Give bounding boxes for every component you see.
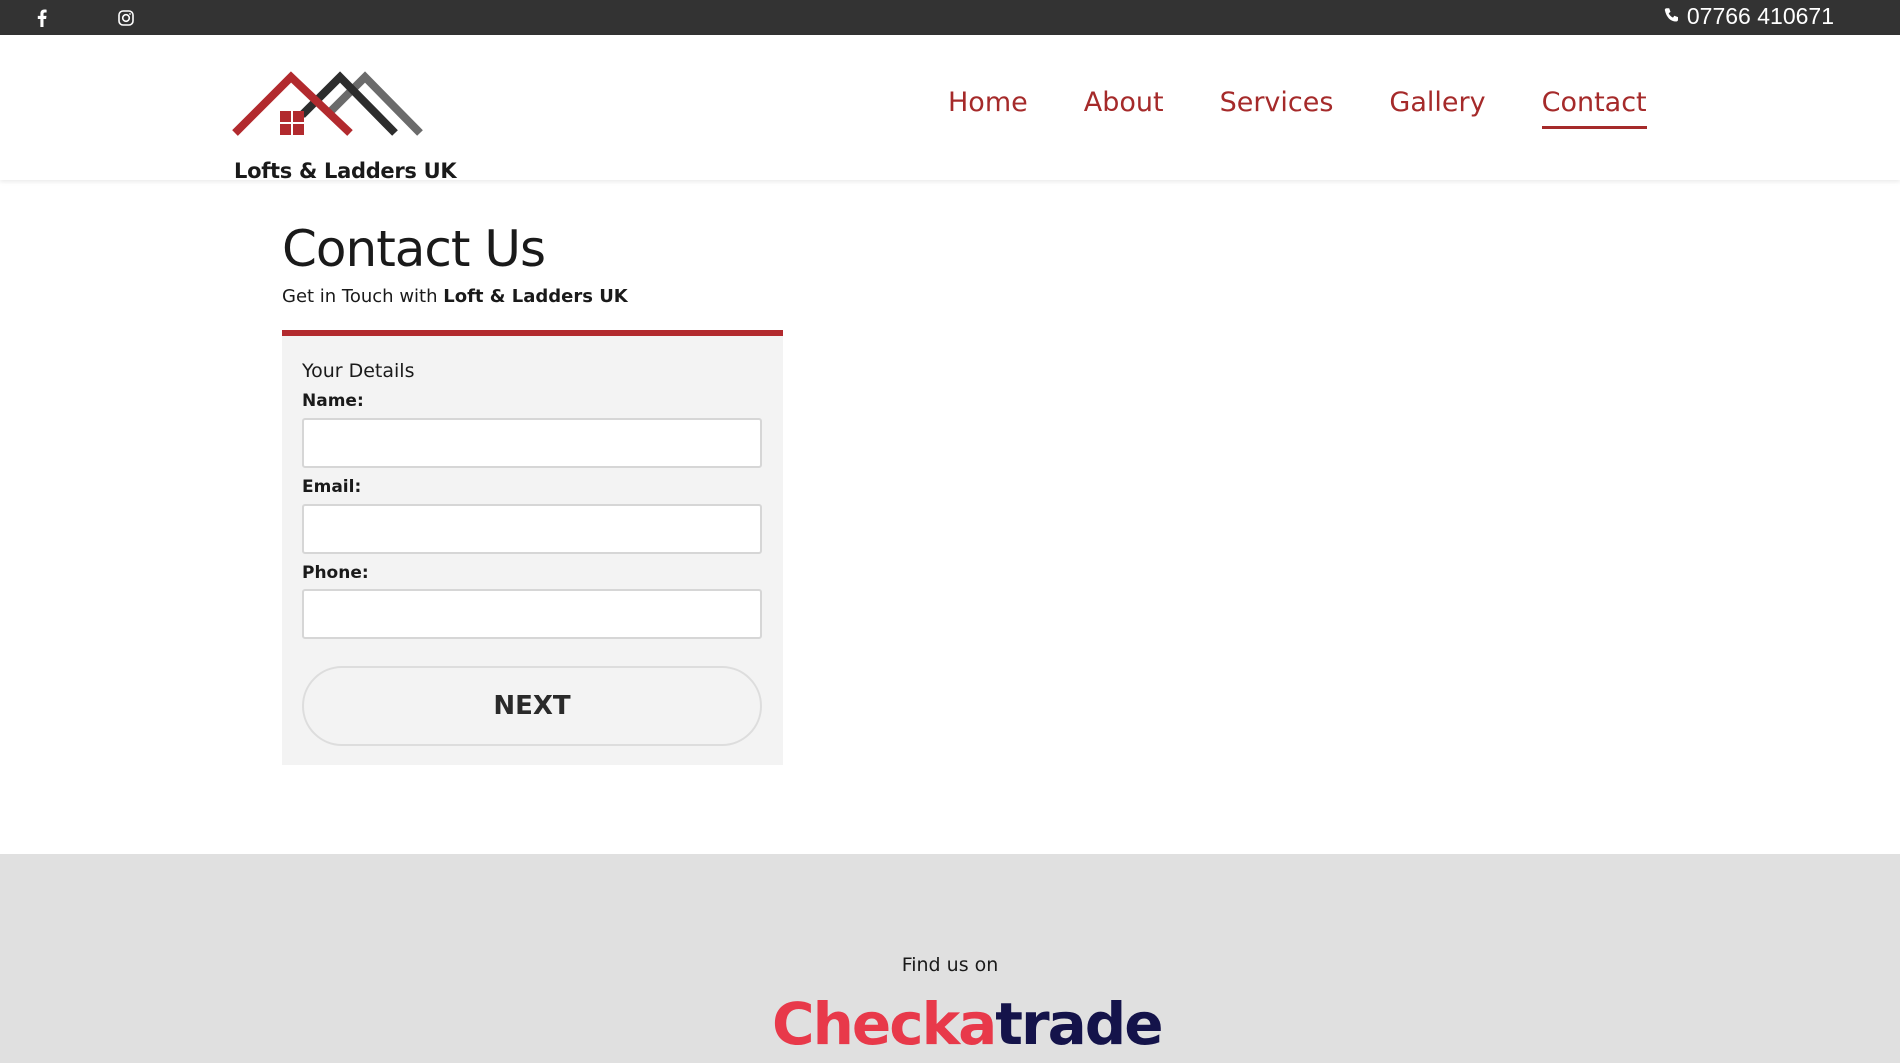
phone-number: 07766 410671 bbox=[1686, 2, 1834, 29]
site-footer: Find us on Checka trade bbox=[0, 854, 1900, 1063]
phone-link[interactable]: 07766 410671 bbox=[1663, 0, 1834, 32]
top-bar: 07766 410671 bbox=[0, 0, 1900, 35]
phone-field[interactable] bbox=[302, 589, 762, 639]
site-header: Lofts & Ladders UK Home About Services G… bbox=[0, 35, 1900, 183]
main-nav: Home About Services Gallery Contact bbox=[948, 87, 1647, 129]
contact-form: Your Details Name: Email: Phone: NEXT bbox=[282, 330, 783, 765]
email-field[interactable] bbox=[302, 504, 762, 554]
email-label: Email: bbox=[302, 477, 362, 497]
nav-about[interactable]: About bbox=[1084, 87, 1164, 129]
facebook-link[interactable] bbox=[22, 0, 62, 35]
page-title: Contact Us bbox=[282, 220, 546, 278]
page-subtitle: Get in Touch with Loft & Ladders UK bbox=[282, 286, 628, 307]
find-us-text: Find us on bbox=[901, 954, 999, 976]
nav-gallery[interactable]: Gallery bbox=[1389, 87, 1485, 129]
site-logo[interactable]: Lofts & Ladders UK bbox=[232, 63, 457, 183]
instagram-link[interactable] bbox=[106, 0, 146, 35]
checkatrade-logo-part1: Checka bbox=[772, 990, 997, 1058]
roof-logo-icon bbox=[232, 71, 423, 136]
name-label: Name: bbox=[302, 391, 364, 411]
subtitle-company: Loft & Ladders UK bbox=[443, 286, 628, 307]
phone-label: Phone: bbox=[302, 563, 369, 583]
instagram-icon bbox=[118, 9, 134, 26]
checkatrade-logo-part2: trade bbox=[995, 990, 1163, 1058]
name-field[interactable] bbox=[302, 418, 762, 468]
nav-home[interactable]: Home bbox=[948, 87, 1028, 129]
nav-services[interactable]: Services bbox=[1220, 87, 1334, 129]
logo-text: Lofts & Ladders UK bbox=[234, 159, 457, 183]
nav-contact[interactable]: Contact bbox=[1541, 87, 1647, 129]
facebook-icon bbox=[37, 9, 47, 27]
phone-icon bbox=[1664, 8, 1678, 22]
checkatrade-logo[interactable]: Checka trade bbox=[772, 990, 1164, 1058]
subtitle-text: Get in Touch with bbox=[282, 286, 444, 307]
form-section-title: Your Details bbox=[302, 360, 415, 382]
next-button[interactable]: NEXT bbox=[302, 666, 762, 746]
